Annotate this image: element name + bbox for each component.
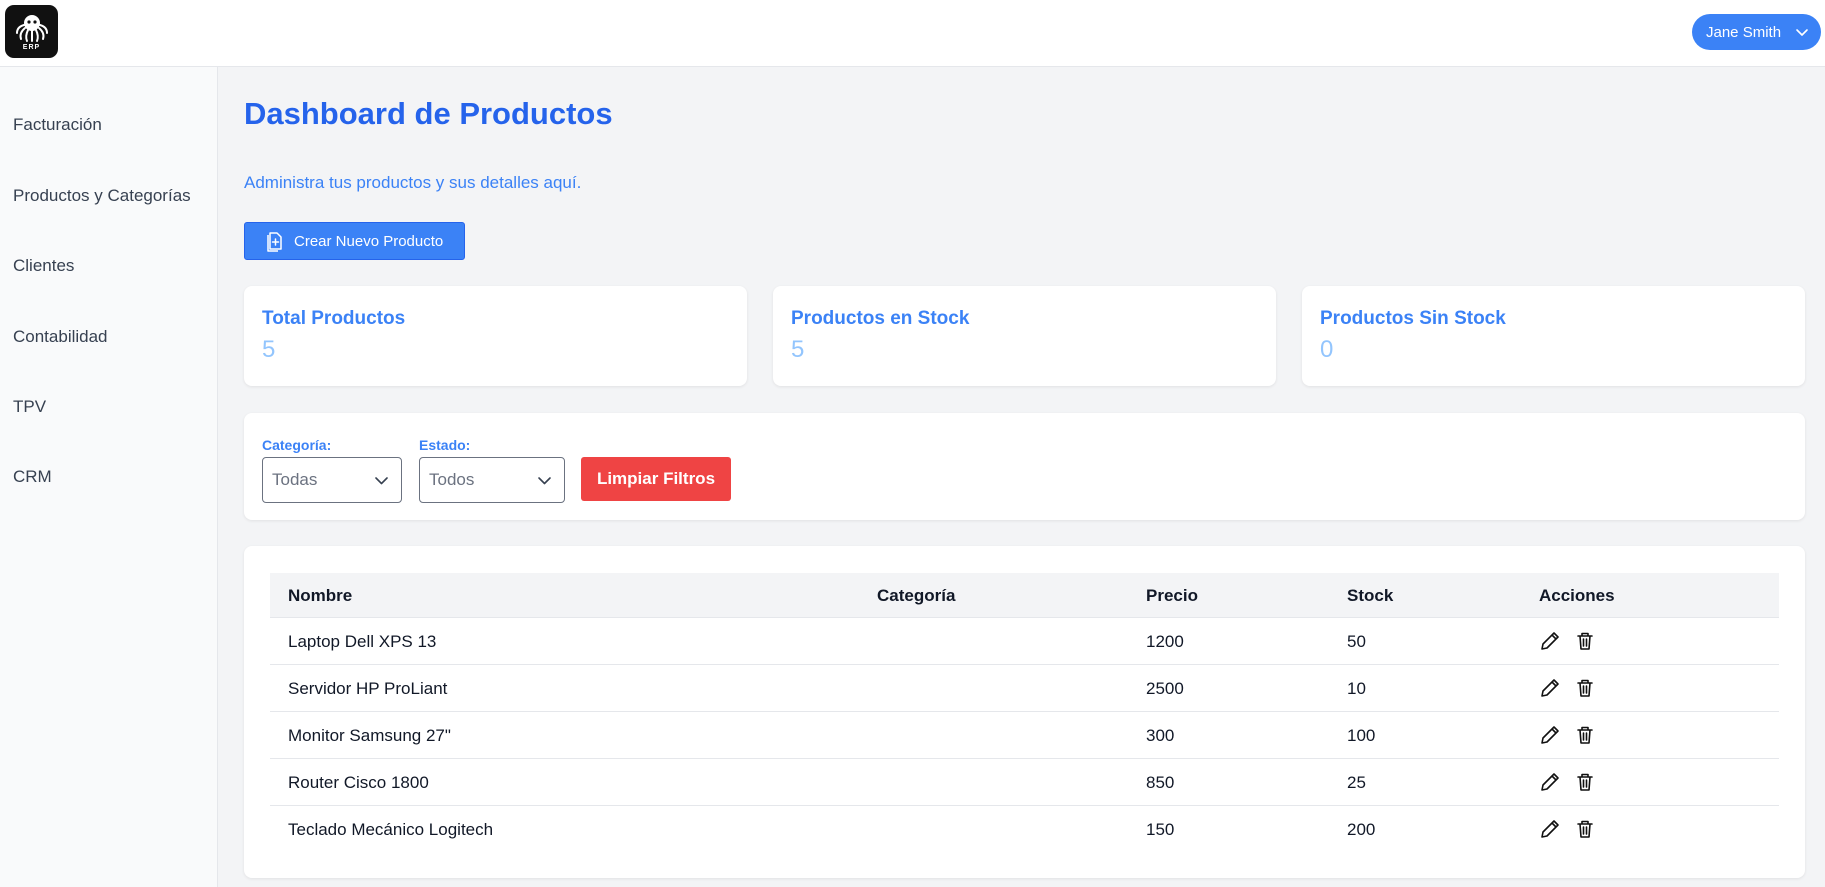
trash-icon[interactable]: [1574, 818, 1596, 840]
chevron-down-icon: [538, 477, 551, 485]
table-header: Nombre Categoría Precio Stock Acciones: [270, 573, 1779, 618]
page-subtitle: Administra tus productos y sus detalles …: [244, 173, 582, 192]
trash-icon[interactable]: [1574, 677, 1596, 699]
table-row: Teclado Mecánico Logitech 150 200: [270, 806, 1779, 853]
file-plus-icon: [267, 232, 282, 252]
cell-stock: 50: [1347, 632, 1366, 651]
sidebar-item-facturacion[interactable]: Facturación: [13, 115, 102, 135]
cell-price: 300: [1146, 726, 1175, 745]
app-logo[interactable]: ERP: [5, 5, 58, 58]
stat-value: 0: [1320, 336, 1334, 363]
state-select-value: Todos: [429, 470, 475, 489]
cell-price: 2500: [1146, 679, 1184, 698]
stat-label: Productos en Stock: [791, 308, 970, 329]
column-header-stock[interactable]: Stock: [1347, 586, 1393, 606]
pencil-icon[interactable]: [1539, 630, 1561, 652]
stat-card-in-stock: Productos en Stock 5: [773, 286, 1276, 386]
sidebar-item-productos[interactable]: Productos y Categorías: [13, 186, 191, 206]
category-select[interactable]: Todas: [262, 457, 402, 503]
column-header-nombre[interactable]: Nombre: [288, 586, 352, 606]
pencil-icon[interactable]: [1539, 677, 1561, 699]
pencil-icon[interactable]: [1539, 724, 1561, 746]
stat-label: Total Productos: [262, 308, 406, 329]
sidebar-item-clientes[interactable]: Clientes: [13, 256, 74, 276]
stat-value: 5: [262, 336, 276, 363]
clear-filters-button[interactable]: Limpiar Filtros: [581, 457, 731, 501]
table-row: Servidor HP ProLiant 2500 10: [270, 665, 1779, 712]
chevron-down-icon: [375, 477, 388, 485]
cell-stock: 100: [1347, 726, 1376, 745]
cell-price: 150: [1146, 820, 1175, 839]
column-header-acciones: Acciones: [1539, 586, 1615, 605]
table-row: Monitor Samsung 27" 300 100: [270, 712, 1779, 759]
cell-name: Teclado Mecánico Logitech: [288, 820, 494, 839]
table-row: Laptop Dell XPS 13 1200 50: [270, 618, 1779, 665]
products-table-card: Nombre Categoría Precio Stock Acciones L…: [244, 546, 1805, 878]
stat-label: Productos Sin Stock: [1320, 308, 1506, 329]
cell-name: Laptop Dell XPS 13: [288, 632, 437, 651]
stat-card-total: Total Productos 5: [244, 286, 747, 386]
state-select[interactable]: Todos: [419, 457, 565, 503]
table-row: Router Cisco 1800 850 25: [270, 759, 1779, 806]
trash-icon[interactable]: [1574, 771, 1596, 793]
pencil-icon[interactable]: [1539, 818, 1561, 840]
trash-icon[interactable]: [1574, 630, 1596, 652]
logo-text: ERP: [22, 43, 41, 51]
column-header-categoria[interactable]: Categoría: [877, 586, 955, 606]
create-product-label: Crear Nuevo Producto: [294, 232, 444, 250]
column-header-precio[interactable]: Precio: [1146, 586, 1198, 606]
top-bar: ERP Jane Smith: [0, 0, 1825, 67]
octopus-icon: [15, 14, 48, 42]
category-filter-label: Categoría:: [262, 437, 332, 453]
page-title: Dashboard de Productos: [244, 96, 613, 131]
cell-price: 850: [1146, 773, 1175, 792]
cell-stock: 200: [1347, 820, 1376, 839]
user-menu-button[interactable]: Jane Smith: [1692, 14, 1821, 50]
user-name: Jane Smith: [1706, 23, 1782, 41]
create-product-button[interactable]: Crear Nuevo Producto: [244, 222, 465, 260]
stat-card-out-of-stock: Productos Sin Stock 0: [1302, 286, 1805, 386]
cell-name: Monitor Samsung 27": [288, 726, 451, 745]
state-filter-label: Estado:: [419, 437, 471, 453]
sidebar-item-contabilidad[interactable]: Contabilidad: [13, 327, 108, 347]
pencil-icon[interactable]: [1539, 771, 1561, 793]
cell-price: 1200: [1146, 632, 1184, 651]
sidebar-item-tpv[interactable]: TPV: [13, 397, 46, 417]
sidebar: Facturación Productos y Categorías Clien…: [0, 67, 218, 887]
category-select-value: Todas: [272, 470, 318, 489]
cell-name: Router Cisco 1800: [288, 773, 429, 792]
chevron-down-icon: [1796, 29, 1808, 36]
trash-icon[interactable]: [1574, 724, 1596, 746]
stat-value: 5: [791, 336, 805, 363]
sidebar-item-crm[interactable]: CRM: [13, 467, 52, 487]
cell-stock: 10: [1347, 679, 1366, 698]
cell-stock: 25: [1347, 773, 1366, 792]
cell-name: Servidor HP ProLiant: [288, 679, 448, 698]
